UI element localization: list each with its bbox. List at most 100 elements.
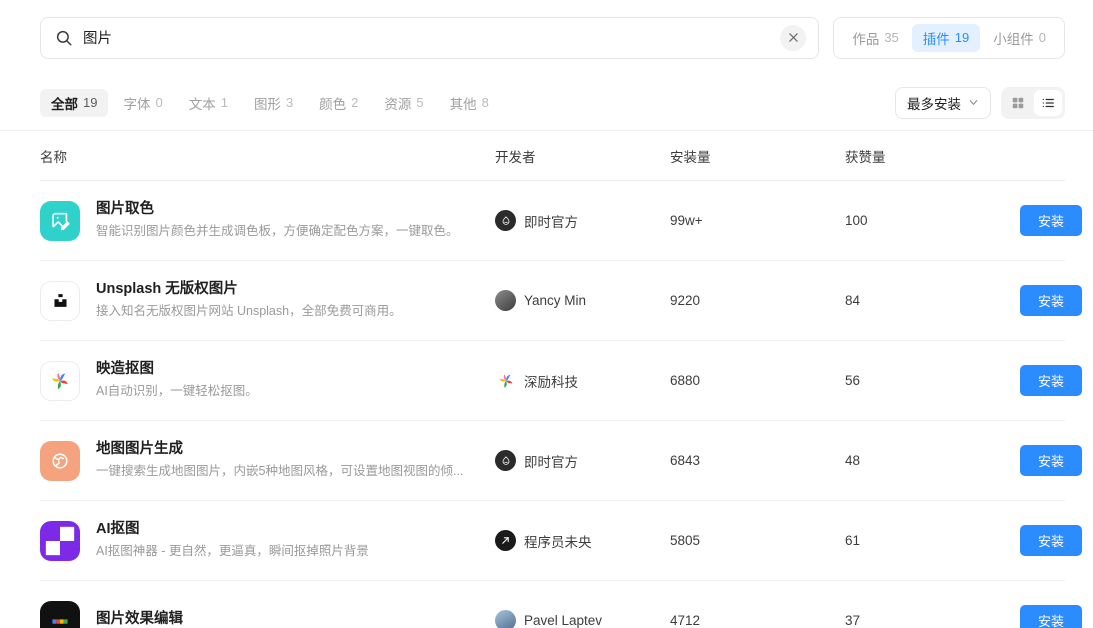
search-field-container[interactable] xyxy=(40,16,820,59)
category-chip-shape-count: 3 xyxy=(285,95,294,110)
table-row[interactable]: 映造抠图 AI自动识别，一键轻松抠图。 深励科技 6880 56 安装 xyxy=(40,341,1082,421)
globe-icon xyxy=(52,452,68,469)
row-developer-cell: 即时官方 xyxy=(495,210,670,231)
row-developer-cell: Yancy Min xyxy=(495,290,670,311)
row-action-cell: 安装 xyxy=(1020,285,1082,316)
row-text-block: 图片效果编辑 xyxy=(96,610,183,628)
row-likes: 37 xyxy=(845,613,861,628)
row-name-cell: 图片效果编辑 xyxy=(40,600,495,628)
install-button[interactable]: 安装 xyxy=(1020,365,1082,396)
table-row[interactable]: 地图图片生成 一键搜索生成地图图片，内嵌5种地图风格，可设置地图视图的倾... … xyxy=(40,421,1082,501)
scope-tab-widgets[interactable]: 小组件 0 xyxy=(982,24,1057,52)
row-description: 一键搜索生成地图图片，内嵌5种地图风格，可设置地图视图的倾... xyxy=(96,463,464,478)
developer-name: 即时官方 xyxy=(524,214,578,230)
row-title: 图片效果编辑 xyxy=(96,610,183,627)
checkerboard-icon xyxy=(45,526,75,555)
app-icon-image-effects xyxy=(40,600,80,628)
view-tools: 最多安装 xyxy=(895,86,1065,119)
scope-tab-plugins-count: 19 xyxy=(954,30,970,45)
row-action-cell: 安装 xyxy=(1020,605,1082,628)
row-title: Unsplash 无版权图片 xyxy=(96,281,238,298)
row-installs: 5805 xyxy=(670,533,701,548)
filter-bar: 全部 19 字体 0 文本 1 图形 3 颜色 2 资源 5 其他 8 最多安装 xyxy=(0,75,1093,131)
row-text-block: Unsplash 无版权图片 接入知名无版权图片网站 Unsplash，全部免费… xyxy=(96,280,402,320)
category-chip-group: 全部 19 字体 0 文本 1 图形 3 颜色 2 资源 5 其他 8 xyxy=(40,88,895,117)
pinwheel-shutter-icon xyxy=(52,372,68,389)
row-developer-cell: 程序员未央 xyxy=(495,530,670,551)
scope-tab-plugins[interactable]: 插件 19 xyxy=(911,23,981,52)
sort-dropdown-label: 最多安装 xyxy=(907,96,961,112)
category-chip-text[interactable]: 文本 1 xyxy=(178,89,239,117)
row-name-cell: Unsplash 无版权图片 接入知名无版权图片网站 Unsplash，全部免费… xyxy=(40,280,495,321)
row-likes: 100 xyxy=(845,213,868,228)
scope-tab-works-label: 作品 xyxy=(852,31,880,47)
category-chip-text-label: 文本 xyxy=(188,96,216,112)
install-button[interactable]: 安装 xyxy=(1020,205,1082,236)
app-icon-map-generator xyxy=(40,440,80,481)
list-view-icon xyxy=(1042,98,1054,107)
scope-tab-works[interactable]: 作品 35 xyxy=(841,24,909,52)
scope-tab-widgets-label: 小组件 xyxy=(993,31,1034,47)
category-chip-font-label: 字体 xyxy=(123,96,151,112)
row-developer-cell: 深励科技 xyxy=(495,370,670,391)
category-chip-color-label: 颜色 xyxy=(319,96,347,112)
plugin-table: 名称 开发者 安装量 获赞量 图片取色 智能识别图片颜色并生成调色板，方便确定配… xyxy=(0,131,1093,628)
row-action-cell: 安装 xyxy=(1020,525,1082,556)
install-button[interactable]: 安装 xyxy=(1020,605,1082,628)
row-title: 映造抠图 xyxy=(96,361,154,378)
category-chip-all[interactable]: 全部 19 xyxy=(40,88,109,117)
row-installs: 99w+ xyxy=(670,213,703,228)
clear-search-button[interactable] xyxy=(780,24,807,51)
category-chip-color[interactable]: 颜色 2 xyxy=(308,89,369,117)
category-chip-resource[interactable]: 资源 5 xyxy=(373,89,434,117)
row-text-block: AI抠图 AI抠图神器 - 更自然，更逼真，瞬间抠掉照片背景 xyxy=(96,520,369,560)
column-header-installs: 安装量 xyxy=(670,149,711,165)
close-icon xyxy=(789,33,798,42)
row-installs: 6843 xyxy=(670,453,701,468)
row-name-cell: 地图图片生成 一键搜索生成地图图片，内嵌5种地图风格，可设置地图视图的倾... xyxy=(40,440,495,481)
app-icon-ai-cutout xyxy=(40,520,80,561)
row-name-cell: 图片取色 智能识别图片颜色并生成调色板，方便确定配色方案，一键取色。 xyxy=(40,200,495,241)
row-name-cell: AI抠图 AI抠图神器 - 更自然，更逼真，瞬间抠掉照片背景 xyxy=(40,520,495,561)
developer-avatar xyxy=(495,370,516,391)
developer-avatar xyxy=(495,530,516,551)
row-text-block: 映造抠图 AI自动识别，一键轻松抠图。 xyxy=(96,360,258,400)
search-input[interactable] xyxy=(73,29,781,46)
view-mode-toggle xyxy=(1001,86,1065,119)
scope-tab-widgets-count: 0 xyxy=(1038,30,1046,45)
category-chip-other[interactable]: 其他 8 xyxy=(439,89,500,117)
sort-dropdown[interactable]: 最多安装 xyxy=(895,86,991,119)
column-header-likes: 获赞量 xyxy=(845,149,886,165)
list-view-button[interactable] xyxy=(1034,89,1062,116)
grid-view-button[interactable] xyxy=(1004,90,1032,116)
category-chip-resource-label: 资源 xyxy=(384,96,412,112)
scope-tab-plugins-label: 插件 xyxy=(922,31,950,47)
row-likes: 56 xyxy=(845,373,861,388)
row-action-cell: 安装 xyxy=(1020,205,1082,236)
row-description: AI抠图神器 - 更自然，更逼真，瞬间抠掉照片背景 xyxy=(96,543,369,558)
chevron-down-icon xyxy=(969,100,978,105)
install-button[interactable]: 安装 xyxy=(1020,445,1082,476)
row-developer-cell: Pavel Laptev xyxy=(495,610,670,628)
table-row[interactable]: Unsplash 无版权图片 接入知名无版权图片网站 Unsplash，全部免费… xyxy=(40,261,1082,341)
row-likes: 61 xyxy=(845,533,861,548)
app-icon-color-picker xyxy=(40,200,80,241)
table-header-row: 名称 开发者 安装量 获赞量 xyxy=(40,131,1065,181)
row-title: 地图图片生成 xyxy=(96,441,183,458)
install-button[interactable]: 安装 xyxy=(1020,525,1082,556)
table-row[interactable]: 图片取色 智能识别图片颜色并生成调色板，方便确定配色方案，一键取色。 即时官方 … xyxy=(40,181,1082,261)
pinwheel-shutter-icon xyxy=(499,373,512,388)
top-search-bar: 作品 35 插件 19 小组件 0 xyxy=(0,0,1093,75)
category-chip-font[interactable]: 字体 0 xyxy=(112,89,173,117)
category-chip-other-label: 其他 xyxy=(449,96,477,112)
search-icon xyxy=(56,30,72,45)
column-header-name: 名称 xyxy=(40,149,67,165)
table-row[interactable]: 图片效果编辑 Pavel Laptev 4712 37 安装 xyxy=(40,581,1082,628)
table-row[interactable]: AI抠图 AI抠图神器 - 更自然，更逼真，瞬间抠掉照片背景 程序员未央 580… xyxy=(40,501,1082,581)
unsplash-logo-icon xyxy=(53,294,67,307)
install-button[interactable]: 安装 xyxy=(1020,285,1082,316)
category-chip-shape[interactable]: 图形 3 xyxy=(243,89,304,117)
row-installs: 4712 xyxy=(670,613,701,628)
color-stripes-icon xyxy=(52,618,68,624)
developer-avatar xyxy=(495,610,516,628)
